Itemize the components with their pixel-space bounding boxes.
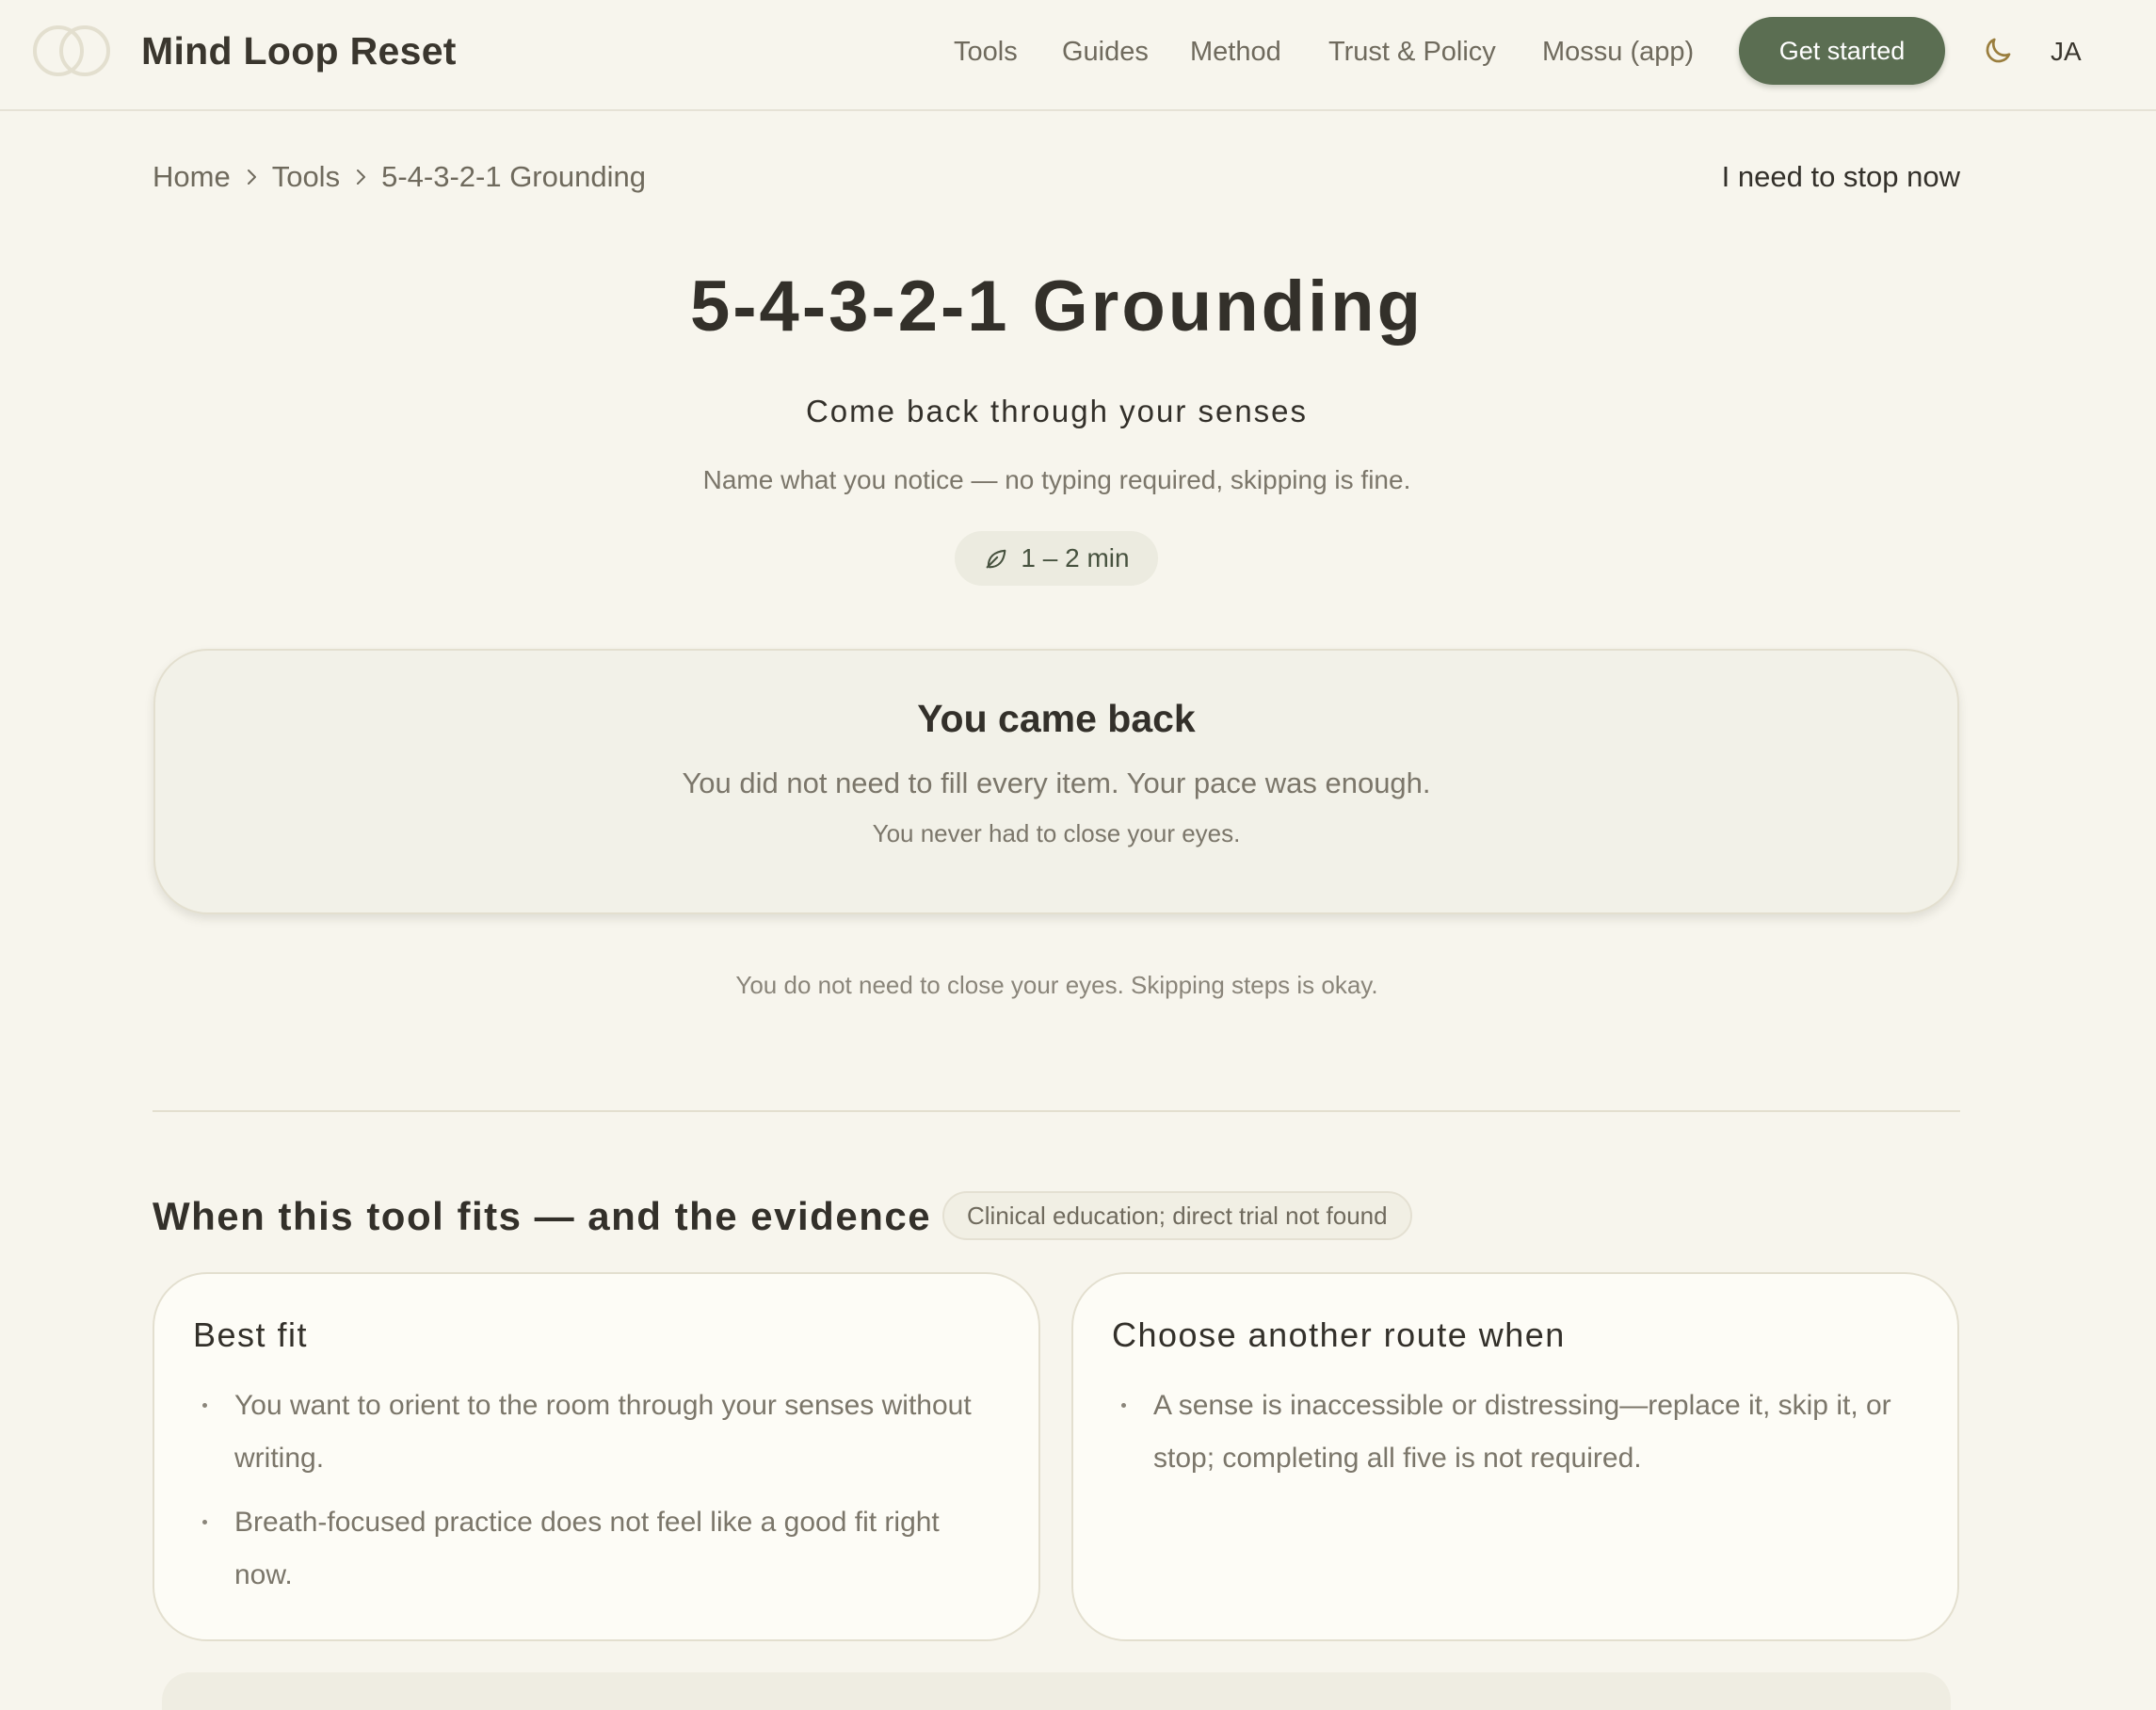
stop-now-link[interactable]: I need to stop now (1722, 156, 1960, 198)
best-fit-heading: Best fit (193, 1315, 309, 1354)
leaf-icon (987, 549, 1006, 569)
brand-name[interactable]: Mind Loop Reset (141, 26, 457, 75)
breadcrumb-tools-link[interactable]: Tools (272, 156, 340, 198)
reassurance-note: You do not need to close your eyes. Skip… (735, 971, 1378, 999)
list-item-text: Breath-focused practice does not feel li… (234, 1507, 940, 1590)
nav-link-method[interactable]: Method (1190, 28, 1281, 75)
breadcrumb-home-link[interactable]: Home (153, 156, 231, 198)
duration-badge: 1 – 2 min (955, 531, 1158, 586)
interlocking-rings-logo-icon[interactable] (30, 23, 115, 79)
other-route-heading: Choose another route when (1112, 1315, 1566, 1354)
bullet-dot (202, 1403, 207, 1408)
completion-note: You never had to close your eyes. (872, 819, 1241, 847)
next-section-card-edge (162, 1672, 1951, 1710)
evidence-level-badge: Clinical education; direct trial not fou… (942, 1191, 1412, 1240)
list-item: You want to orient to the room through y… (193, 1379, 1000, 1485)
other-route-list: A sense is inaccessible or distressing—r… (1112, 1379, 1919, 1496)
nav-link-mossu-app[interactable]: Mossu (app) (1542, 28, 1694, 75)
nav-link-guides[interactable]: Guides (1062, 28, 1149, 75)
section-divider (153, 1110, 1960, 1112)
bullet-dot (1121, 1403, 1126, 1408)
duration-label: 1 – 2 min (1021, 543, 1130, 573)
page-subtitle: Come back through your senses (805, 394, 1309, 428)
chevron-right-icon (247, 169, 256, 185)
chevron-right-icon (357, 169, 366, 185)
best-fit-card: Best fit You want to orient to the room … (153, 1272, 1040, 1641)
moon-icon[interactable] (1981, 34, 2015, 68)
bullet-dot (202, 1520, 207, 1524)
breadcrumb: Home Tools 5-4-3-2-1 Grounding (153, 156, 646, 198)
list-item-text: A sense is inaccessible or distressing—r… (1153, 1390, 1891, 1474)
list-item: Breath-focused practice does not feel li… (193, 1496, 1000, 1602)
nav-link-trust-policy[interactable]: Trust & Policy (1328, 28, 1496, 75)
get-started-button[interactable]: Get started (1739, 17, 1945, 85)
best-fit-list: You want to orient to the room through y… (193, 1379, 1000, 1613)
nav-link-tools[interactable]: Tools (954, 28, 1018, 75)
list-item: A sense is inaccessible or distressing—r… (1112, 1379, 1919, 1485)
language-switch-button[interactable]: JA (2051, 28, 2082, 75)
completion-title: You came back (917, 697, 1196, 740)
top-navigation-bar: Mind Loop Reset Tools Guides Method Trus… (0, 0, 2156, 111)
list-item-text: You want to orient to the room through y… (234, 1390, 972, 1474)
completion-message: You did not need to fill every item. You… (682, 766, 1431, 799)
breadcrumb-current-page: 5-4-3-2-1 Grounding (381, 160, 646, 193)
page-intro-note: Name what you notice — no typing require… (702, 465, 1411, 494)
completion-card: You came back You did not need to fill e… (153, 649, 1959, 914)
page-title: 5-4-3-2-1 Grounding (689, 266, 1424, 347)
other-route-card: Choose another route when A sense is ina… (1071, 1272, 1959, 1641)
evidence-section-title: When this tool fits — and the evidence (153, 1194, 932, 1238)
